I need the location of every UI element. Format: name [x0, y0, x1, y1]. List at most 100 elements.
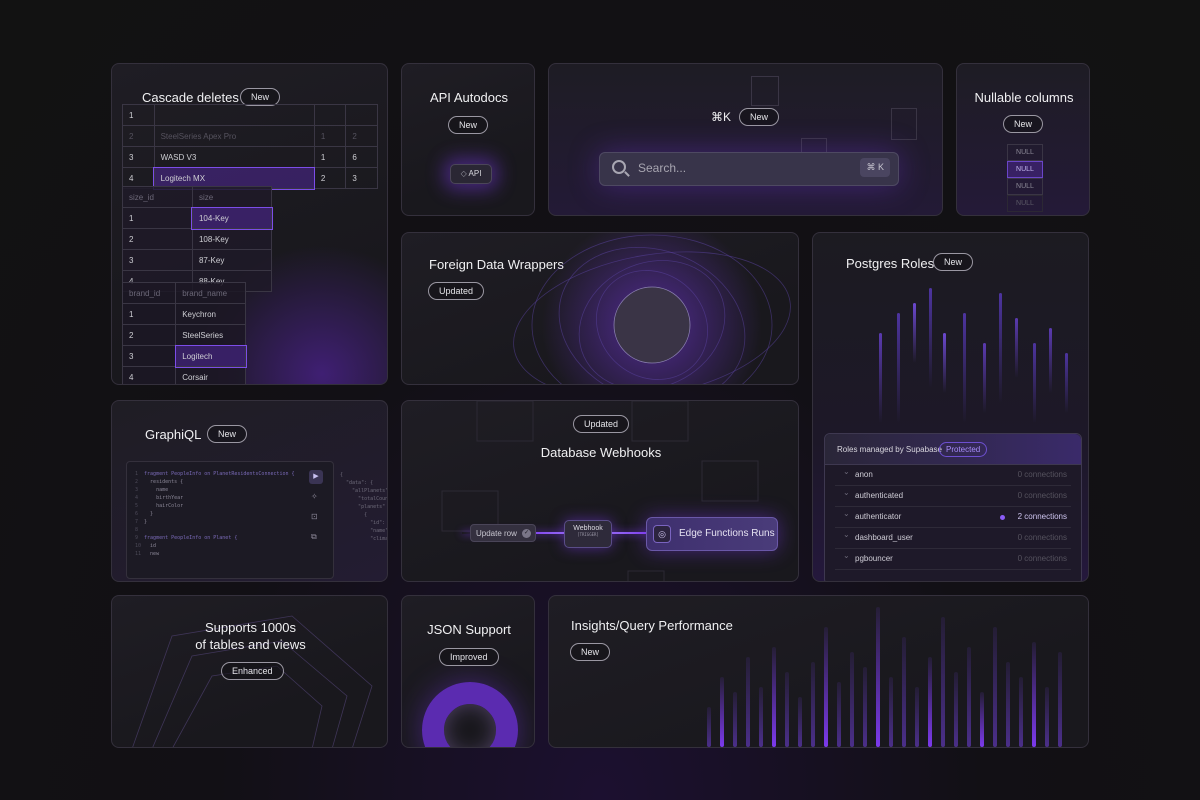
role-row[interactable]: ⌄ anon 0 connections: [835, 465, 1071, 486]
table-row[interactable]: 3 WASD V3 1 6: [122, 146, 378, 168]
title-line-1: Supports 1000s: [204, 620, 297, 635]
card-title: Foreign Data Wrappers: [429, 257, 564, 272]
new-badge: New: [739, 108, 780, 126]
table-row[interactable]: 1: [122, 104, 378, 126]
new-badge: New: [207, 425, 248, 443]
roles-panel-header: Roles managed by Supabase Protected: [825, 434, 1081, 465]
bar: [876, 607, 880, 747]
table-row[interactable]: 1 104-Key: [122, 206, 273, 230]
active-dot-icon: [1000, 515, 1005, 520]
card-postgres-roles: Postgres Roles New Roles managed by Supa…: [812, 232, 1089, 582]
bar: [1045, 687, 1049, 747]
bar: [733, 692, 737, 747]
role-row[interactable]: ⌄ authenticator 2 connections: [835, 507, 1071, 528]
bar: [798, 697, 802, 747]
bar: [746, 657, 750, 747]
table-cell: 2: [121, 324, 177, 346]
table-cell: SteelSeries Apex Pro: [153, 125, 315, 147]
chevron-down-icon[interactable]: ⌄: [843, 551, 850, 560]
role-connections: 0 connections: [1017, 491, 1067, 500]
copy-icon[interactable]: ⧉: [311, 532, 317, 542]
card-foreign-data-wrappers: Foreign Data Wrappers Updated: [401, 232, 799, 385]
role-row[interactable]: ⌄ dashboard_user 0 connections: [835, 528, 1071, 549]
new-badge: New: [570, 643, 611, 661]
bar: [902, 637, 906, 747]
graphiql-editor[interactable]: 1 fragment PeopleInfo on PlanetResidents…: [126, 461, 334, 579]
bar: [1065, 353, 1068, 413]
bar: [941, 617, 945, 747]
table-cell: 6: [345, 146, 378, 168]
webhook-node: Webhook [TRIGGER]: [564, 520, 612, 548]
search-input[interactable]: Search...: [638, 161, 686, 175]
role-row[interactable]: ⌄ pgbouncer 0 connections: [835, 549, 1071, 570]
trigger-label: [TRIGGER]: [577, 532, 599, 537]
table-cell: 1: [122, 104, 155, 126]
table-row[interactable]: 3 Logitech: [121, 344, 247, 368]
role-name: authenticated: [855, 491, 904, 500]
code-line: 8: [135, 527, 145, 533]
chevron-down-icon[interactable]: ⌄: [843, 467, 850, 476]
search-bar[interactable]: Search... ⌘ K: [599, 152, 899, 186]
table-cell: 87-Key: [191, 249, 273, 271]
role-name: anon: [855, 470, 873, 479]
table-row[interactable]: 4 Corsair: [121, 366, 246, 384]
bar: [850, 652, 854, 747]
bar: [999, 293, 1002, 403]
merge-icon[interactable]: ⊡: [311, 512, 318, 521]
webhook-label: Webhook: [573, 525, 603, 532]
bar: [772, 647, 776, 747]
title-line-2: of tables and views: [195, 637, 306, 652]
bar: [863, 667, 867, 747]
bar: [720, 677, 724, 747]
table-cell: [345, 104, 378, 126]
updated-badge: Updated: [428, 282, 485, 300]
table-cell: 2: [122, 228, 193, 250]
table-cell: size: [191, 186, 273, 208]
bar: [954, 672, 958, 747]
card-title: Database Webhooks: [540, 445, 662, 460]
update-row-node: Update row ✓: [470, 524, 536, 542]
bar: [1019, 677, 1023, 747]
card-cascade-deletes: Cascade deletes New 1 2 SteelSeries Apex P…: [111, 63, 388, 385]
card-supports-1000s: Supports 1000s of tables and views Enhan…: [111, 595, 388, 748]
card-json-support: JSON Support Improved: [401, 595, 535, 748]
role-connections: 0 connections: [1017, 533, 1067, 542]
table-row[interactable]: 3 87-Key: [122, 249, 273, 271]
table-cell: Keychron: [175, 303, 246, 325]
bar: [1058, 652, 1062, 747]
prettify-icon[interactable]: ✧: [311, 492, 318, 501]
bar: [967, 647, 971, 747]
bar: [824, 627, 828, 747]
table-row[interactable]: 2 SteelSeries Apex Pro 1 2: [122, 125, 378, 147]
run-button[interactable]: ▶: [309, 470, 323, 484]
table-row[interactable]: 2 108-Key: [122, 228, 273, 250]
new-badge: New: [1003, 115, 1044, 133]
card-command-menu: ⌘K New Search... ⌘ K: [548, 63, 943, 216]
api-chip[interactable]: ◇ API: [450, 164, 492, 184]
card-insights-query-performance: Insights/Query Performance New: [548, 595, 1089, 748]
bar: [915, 687, 919, 747]
table-cell: 104-Key: [191, 206, 273, 230]
role-row[interactable]: ⌄ authenticated 0 connections: [835, 486, 1071, 507]
table-cell: 3: [122, 146, 155, 168]
bar: [837, 682, 841, 747]
role-connections: 0 connections: [1017, 554, 1067, 563]
code-line: 3 name: [135, 487, 169, 493]
bar: [1033, 343, 1036, 423]
chevron-down-icon[interactable]: ⌄: [843, 530, 850, 539]
roles-panel: Roles managed by Supabase Protected ⌄ ano…: [824, 433, 1082, 581]
updated-badge: Updated: [573, 415, 630, 433]
role-connections: 2 connections: [1017, 512, 1067, 521]
chevron-down-icon[interactable]: ⌄: [843, 509, 850, 518]
card-title: Nullable columns: [974, 90, 1074, 105]
code-line: 6 }: [135, 511, 154, 517]
bar: [785, 672, 789, 747]
chevron-down-icon[interactable]: ⌄: [843, 488, 850, 497]
card-title: API Autodocs: [429, 90, 509, 105]
table-cell: 3: [122, 249, 193, 271]
code-editor[interactable]: 1 fragment PeopleInfo on PlanetResidents…: [135, 470, 295, 558]
table-row[interactable]: 1 Keychron: [121, 303, 246, 325]
table-cell: 3: [121, 345, 177, 367]
bar: [929, 288, 932, 388]
table-row[interactable]: 2 SteelSeries: [121, 324, 246, 346]
